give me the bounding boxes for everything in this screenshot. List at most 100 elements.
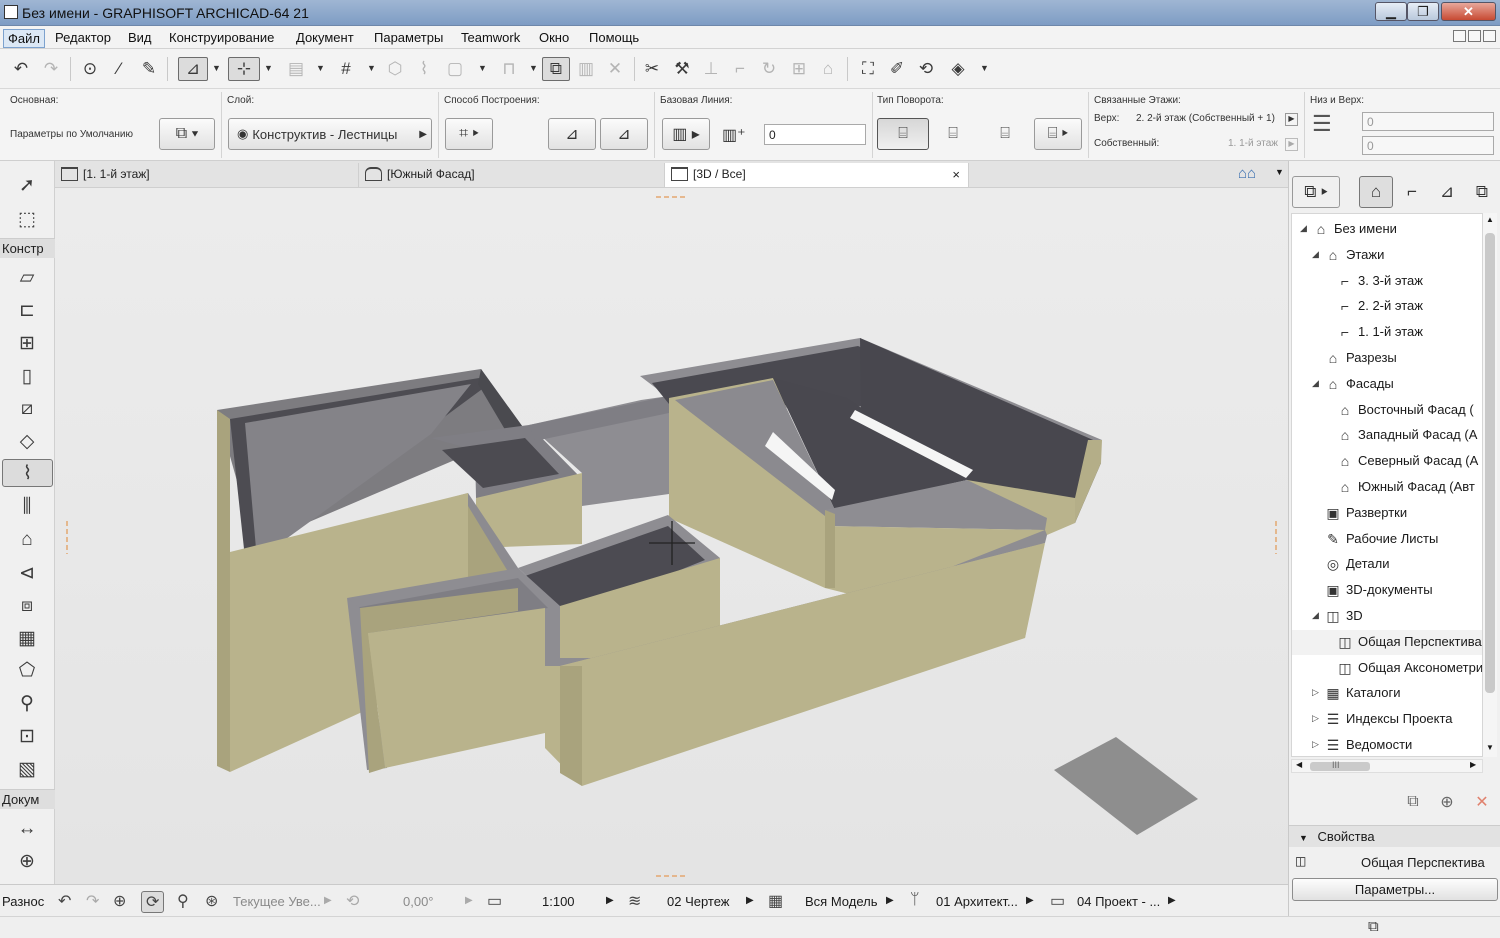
tree-item[interactable]: ⌐ 3. 3-й этаж <box>1292 269 1482 294</box>
menu-options[interactable]: Параметры <box>370 29 447 46</box>
properties-header[interactable]: ▼ Свойства <box>1289 825 1500 847</box>
offset-icon[interactable]: ⌐ <box>728 57 752 81</box>
tree-item[interactable]: ◫ Общая Аксонометрия <box>1292 656 1482 681</box>
own-story-value[interactable]: 1. 1-й этаж <box>1228 138 1278 149</box>
menu-view[interactable]: Вид <box>124 29 156 46</box>
view-map-icon[interactable]: ⌐ <box>1395 176 1429 208</box>
turn-type-3-button[interactable]: ⌸ <box>985 118 1025 150</box>
window-switch-icon[interactable]: ⧉ <box>1368 918 1379 935</box>
scroll-down-icon[interactable]: ▼ <box>1486 743 1494 752</box>
object-tool-icon[interactable]: ⚲ <box>9 689 45 717</box>
menu-document[interactable]: Документ <box>292 29 358 46</box>
turn-type-1-button[interactable]: ⌸ <box>877 118 929 150</box>
tree-twisty-icon[interactable]: ◢ <box>1312 249 1319 260</box>
marker-icon[interactable]: ✐ <box>885 57 909 81</box>
menu-help[interactable]: Помощь <box>585 29 643 46</box>
scissors-icon[interactable]: ✂ <box>640 57 664 81</box>
window-tool-icon[interactable]: ⊞ <box>9 329 45 357</box>
stair-settings-button[interactable]: ⧉ ▾ <box>159 118 215 150</box>
publisher-sets-icon[interactable]: ⧉ <box>1465 176 1499 208</box>
wall-tool-icon[interactable]: ▱ <box>9 263 45 291</box>
construction-method-button[interactable]: ⌗ ▸ <box>445 118 493 150</box>
rotate-icon[interactable]: ⟲ <box>346 891 359 911</box>
door-tool-icon[interactable]: ⊏ <box>9 296 45 324</box>
tree-item[interactable]: ⌂ Разрезы <box>1292 346 1482 371</box>
chevron-down-icon[interactable]: ▼ <box>1275 167 1284 177</box>
shell-tool-icon[interactable]: ⊲ <box>9 559 45 587</box>
chevron-right-icon[interactable]: ▶ <box>1285 113 1298 126</box>
roof-icon[interactable]: ⌂ <box>816 57 840 81</box>
toolbox-group-design[interactable]: Констр <box>0 238 55 258</box>
tree-twisty-icon[interactable]: ▷ <box>1312 687 1319 698</box>
tab-floor-plan[interactable]: [1. 1-й этаж] <box>55 163 359 187</box>
tree-item[interactable]: ▣ Развертки <box>1292 501 1482 526</box>
layer-combination[interactable]: 02 Чертеж <box>667 894 730 909</box>
tree-item[interactable]: ▣ 3D-документы <box>1292 578 1482 603</box>
chevron-right-icon[interactable]: ▶ <box>324 895 332 906</box>
undo-icon[interactable]: ↶ <box>9 57 33 81</box>
scroll-left-icon[interactable]: ◀ <box>1296 760 1302 769</box>
restore-button[interactable]: ❐ <box>1407 2 1439 21</box>
current-zoom[interactable]: Текущее Уве... <box>233 894 321 909</box>
mdi-close-icon[interactable] <box>1483 30 1496 42</box>
tree-item[interactable]: ⌂ Восточный Фасад ( <box>1292 398 1482 423</box>
tree-item[interactable]: ⌂ Южный Фасад (Авт <box>1292 475 1482 500</box>
3d-model-canvas[interactable] <box>55 188 1288 884</box>
chevron-down-icon[interactable]: ▼ <box>478 63 487 73</box>
level-dimension-tool-icon[interactable]: ⊕ <box>9 847 45 875</box>
dimension-standard[interactable]: 04 Проект - ... <box>1077 894 1160 909</box>
layer-selector[interactable]: ◉ Конструктив - Лестницы ▶ <box>228 118 432 150</box>
menu-window[interactable]: Окно <box>535 29 573 46</box>
baseline-offset-input[interactable] <box>764 124 866 145</box>
tree-twisty-icon[interactable]: ▷ <box>1312 713 1319 724</box>
chevron-down-icon[interactable]: ▼ <box>264 63 273 73</box>
scrollbar-thumb[interactable]: III <box>1310 760 1370 771</box>
parameters-button[interactable]: Параметры... <box>1292 878 1498 901</box>
refresh-3d-icon[interactable]: ⟲ <box>914 57 938 81</box>
tree-item[interactable]: ◢ ⌂ Без имени <box>1292 217 1482 242</box>
chevron-down-icon[interactable]: ▼ <box>367 63 376 73</box>
mdi-minimize-icon[interactable] <box>1453 30 1466 42</box>
bottom-elevation-input[interactable] <box>1362 112 1494 131</box>
toolbox-group-document[interactable]: Докум <box>0 789 55 809</box>
fit-zoom-icon[interactable]: ⊛ <box>205 891 218 911</box>
select-3d-icon[interactable]: ⛶ <box>856 57 880 81</box>
chevron-down-icon[interactable]: ▼ <box>980 63 989 73</box>
layout-grid-icon[interactable]: ▤ <box>284 57 308 81</box>
minimize-button[interactable]: ▁ <box>1375 2 1407 21</box>
suspend-groups-icon[interactable]: ▢ <box>443 57 467 81</box>
tree-twisty-icon[interactable]: ◢ <box>1312 378 1319 389</box>
toolbox-group-misc[interactable]: Разнос <box>2 894 44 909</box>
redo-zoom-icon[interactable]: ↷ <box>86 891 99 911</box>
walk-icon[interactable]: ⚲ <box>177 891 189 911</box>
chevron-right-icon[interactable]: ▶ <box>1285 138 1298 151</box>
stair-geometry-button[interactable]: ⊿ <box>600 118 648 150</box>
tree-twisty-icon[interactable]: ◢ <box>1300 223 1307 234</box>
tree-item[interactable]: ◢ ⌂ Фасады <box>1292 372 1482 397</box>
model-view-options[interactable]: Вся Модель <box>805 894 877 909</box>
tree-item[interactable]: ◢ ⌂ Этажи <box>1292 243 1482 268</box>
3d-view-icon[interactable]: ◈ <box>946 57 970 81</box>
tree-item[interactable]: ◫ Общая Перспектива <box>1292 629 1482 655</box>
top-story-value[interactable]: 2. 2-й этаж (Собственный + 1) <box>1136 113 1275 124</box>
tree-twisty-icon[interactable]: ◢ <box>1312 610 1319 621</box>
layer-settings-icon[interactable]: ▥ <box>574 57 598 81</box>
tree-item[interactable]: ⌂ Северный Фасад (А <box>1292 449 1482 474</box>
beam-tool-icon[interactable]: ⧄ <box>9 395 45 423</box>
menu-edit[interactable]: Редактор <box>51 29 115 46</box>
scrollbar-thumb[interactable] <box>1485 233 1495 693</box>
pen-set[interactable]: 01 Архитект... <box>936 894 1018 909</box>
chevron-down-icon[interactable]: ▼ <box>316 63 325 73</box>
tree-item[interactable]: ◎ Детали <box>1292 552 1482 577</box>
scroll-right-icon[interactable]: ▶ <box>1470 760 1476 769</box>
marquee-tool-icon[interactable]: ⬚ <box>9 205 45 233</box>
turn-type-2-button[interactable]: ⌸ <box>933 118 973 150</box>
redo-icon[interactable]: ↷ <box>39 57 63 81</box>
arrow-tool-icon[interactable]: ➚ <box>9 171 45 199</box>
morph-tool-icon[interactable]: ⬠ <box>9 656 45 684</box>
pick-up-parameters-icon[interactable]: ⊙ <box>78 57 102 81</box>
grid-snap-icon[interactable]: # <box>334 57 358 81</box>
angle-value[interactable]: 0,00° <box>403 894 434 909</box>
gravity-icon[interactable]: ⬡ <box>383 57 407 81</box>
trace-reference-icon[interactable]: ⧉ <box>542 57 570 81</box>
